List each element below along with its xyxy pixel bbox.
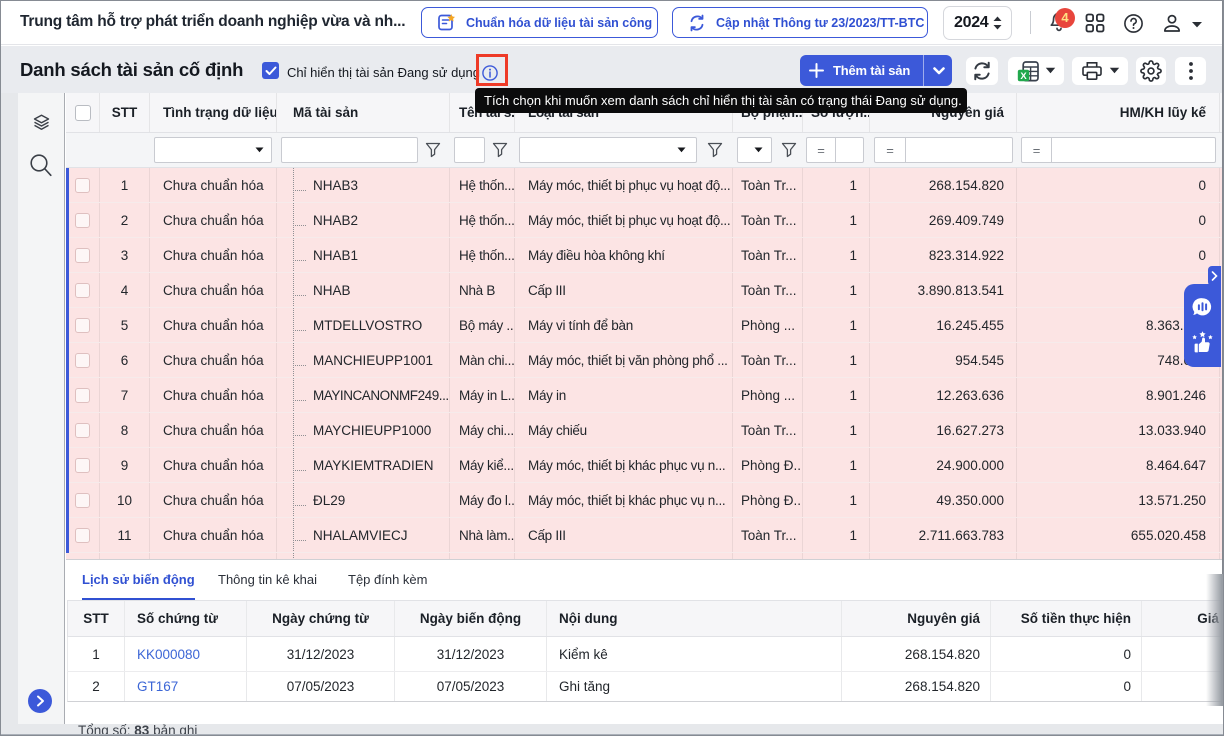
svg-text:X: X xyxy=(1020,71,1027,82)
